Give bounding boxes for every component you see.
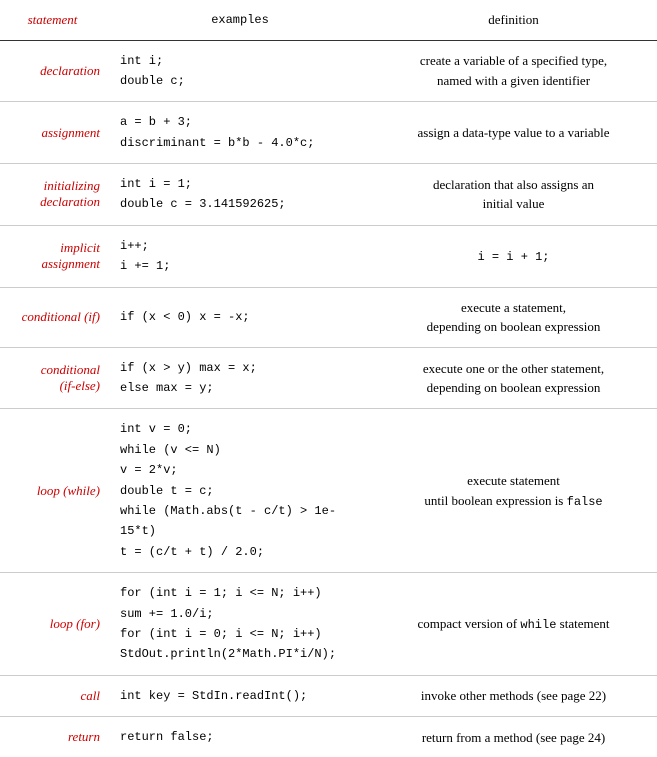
row-loop-while: loop (while)int v = 0;while (v <= N) v =… bbox=[0, 409, 657, 573]
statement-return: return bbox=[0, 717, 110, 757]
row-assignment: assignmenta = b + 3;discriminant = b*b -… bbox=[0, 102, 657, 164]
examples-conditional-if: if (x < 0) x = -x; bbox=[110, 287, 370, 347]
statement-loop-while: loop (while) bbox=[0, 409, 110, 573]
row-loop-for: loop (for)for (int i = 1; i <= N; i++) s… bbox=[0, 573, 657, 676]
examples-conditional-if-else: if (x > y) max = x;else max = y; bbox=[110, 347, 370, 409]
examples-initializing-declaration: int i = 1;double c = 3.141592625; bbox=[110, 164, 370, 226]
row-implicit-assignment: implicitassignmenti++;i += 1;i = i + 1; bbox=[0, 225, 657, 287]
row-declaration: declarationint i;double c;create a varia… bbox=[0, 40, 657, 102]
examples-implicit-assignment: i++;i += 1; bbox=[110, 225, 370, 287]
examples-loop-while: int v = 0;while (v <= N) v = 2*v;double … bbox=[110, 409, 370, 573]
row-call: callint key = StdIn.readInt();invoke oth… bbox=[0, 675, 657, 716]
statement-implicit-assignment: implicitassignment bbox=[0, 225, 110, 287]
header-statement: statement bbox=[0, 0, 110, 40]
row-conditional-if-else: conditional(if-else)if (x > y) max = x;e… bbox=[0, 347, 657, 409]
statement-conditional-if: conditional (if) bbox=[0, 287, 110, 347]
statement-initializing-declaration: initializingdeclaration bbox=[0, 164, 110, 226]
definition-return: return from a method (see page 24) bbox=[370, 717, 657, 757]
statement-assignment: assignment bbox=[0, 102, 110, 164]
row-return: returnreturn false;return from a method … bbox=[0, 717, 657, 757]
definition-assignment: assign a data-type value to a variable bbox=[370, 102, 657, 164]
row-initializing-declaration: initializingdeclarationint i = 1;double … bbox=[0, 164, 657, 226]
examples-assignment: a = b + 3;discriminant = b*b - 4.0*c; bbox=[110, 102, 370, 164]
examples-declaration: int i;double c; bbox=[110, 40, 370, 102]
main-table-container: statement examples definition declaratio… bbox=[0, 0, 657, 757]
examples-loop-for: for (int i = 1; i <= N; i++) sum += 1.0/… bbox=[110, 573, 370, 676]
statement-conditional-if-else: conditional(if-else) bbox=[0, 347, 110, 409]
definition-implicit-assignment: i = i + 1; bbox=[370, 225, 657, 287]
definition-call: invoke other methods (see page 22) bbox=[370, 675, 657, 716]
definition-conditional-if-else: execute one or the other statement,depen… bbox=[370, 347, 657, 409]
statement-loop-for: loop (for) bbox=[0, 573, 110, 676]
definition-declaration: create a variable of a specified type,na… bbox=[370, 40, 657, 102]
definition-loop-for: compact version of while statement bbox=[370, 573, 657, 676]
definition-loop-while: execute statementuntil boolean expressio… bbox=[370, 409, 657, 573]
examples-call: int key = StdIn.readInt(); bbox=[110, 675, 370, 716]
definition-conditional-if: execute a statement,depending on boolean… bbox=[370, 287, 657, 347]
definition-initializing-declaration: declaration that also assigns aninitial … bbox=[370, 164, 657, 226]
examples-return: return false; bbox=[110, 717, 370, 757]
header-definition: definition bbox=[370, 0, 657, 40]
statement-call: call bbox=[0, 675, 110, 716]
statement-declaration: declaration bbox=[0, 40, 110, 102]
row-conditional-if: conditional (if)if (x < 0) x = -x;execut… bbox=[0, 287, 657, 347]
header-examples: examples bbox=[110, 0, 370, 40]
